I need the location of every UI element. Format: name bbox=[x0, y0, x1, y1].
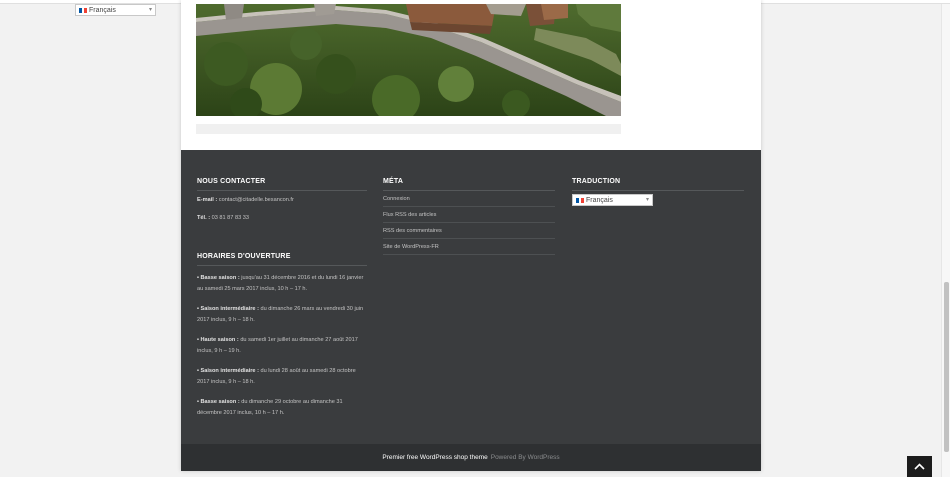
hours-entry: • Saison intermédiaire : du dimanche 26 … bbox=[197, 304, 367, 326]
phone-label: Tél. : bbox=[197, 215, 211, 221]
site-footer: NOUS CONTACTER E-mail : contact@citadell… bbox=[181, 150, 761, 444]
contact-title: NOUS CONTACTER bbox=[197, 178, 367, 191]
translation-widget: TRADUCTION Français ▾ bbox=[572, 178, 744, 206]
hours-entry-label: • Basse saison : bbox=[197, 275, 240, 281]
hours-entry-label: • Saison intermédiaire : bbox=[197, 306, 259, 312]
meta-link-rss-comments[interactable]: RSS des commentaires bbox=[383, 223, 555, 239]
hours-entry: • Saison intermédiaire : du lundi 28 aoû… bbox=[197, 366, 367, 388]
hours-entry-label: • Saison intermédiaire : bbox=[197, 368, 259, 374]
language-select-top[interactable]: Français ▾ bbox=[75, 4, 156, 16]
photo-caption-bar bbox=[196, 124, 621, 134]
hours-entry: • Basse saison : jusqu'au 31 décembre 20… bbox=[197, 273, 367, 295]
contact-phone-line: Tél. : 03 81 87 83 33 bbox=[197, 213, 367, 224]
hours-entry: • Haute saison : du samedi 1er juillet a… bbox=[197, 335, 367, 357]
contact-email-line: E-mail : contact@citadelle.besancon.fr bbox=[197, 195, 367, 206]
chevron-up-icon bbox=[914, 463, 925, 470]
footer-credits-bar: Premier free WordPress shop theme Powere… bbox=[181, 444, 761, 471]
citadel-aerial-photo bbox=[196, 4, 621, 116]
meta-link-wordpress-fr[interactable]: Site de WordPress-FR bbox=[383, 239, 555, 255]
caret-down-icon: ▾ bbox=[645, 197, 649, 203]
email-link[interactable]: contact@citadelle.besancon.fr bbox=[219, 197, 294, 203]
france-flag-icon bbox=[79, 7, 88, 13]
translation-title: TRADUCTION bbox=[572, 178, 744, 191]
back-to-top-button[interactable] bbox=[907, 456, 932, 477]
meta-title: MÉTA bbox=[383, 178, 555, 191]
phone-value: 03 81 87 83 33 bbox=[211, 215, 249, 221]
email-label: E-mail : bbox=[197, 197, 218, 203]
hours-entry: • Basse saison : du dimanche 29 octobre … bbox=[197, 397, 367, 419]
hours-widget: HORAIRES D'OUVERTURE • Basse saison : ju… bbox=[197, 253, 367, 419]
hours-title: HORAIRES D'OUVERTURE bbox=[197, 253, 367, 266]
hours-entry-label: • Basse saison : bbox=[197, 399, 240, 405]
meta-link-login[interactable]: Connexion bbox=[383, 191, 555, 207]
vertical-scrollbar[interactable] bbox=[941, 4, 950, 477]
caret-down-icon: ▾ bbox=[148, 7, 152, 13]
contact-widget: NOUS CONTACTER E-mail : contact@citadell… bbox=[197, 178, 367, 224]
powered-by-link[interactable]: Powered By WordPress bbox=[491, 454, 560, 461]
hours-entry-label: • Haute saison : bbox=[197, 337, 239, 343]
meta-link-rss-articles[interactable]: Flux RSS des articles bbox=[383, 207, 555, 223]
page-container: NOUS CONTACTER E-mail : contact@citadell… bbox=[181, 0, 761, 471]
language-select-value: Français bbox=[89, 6, 116, 14]
meta-widget: MÉTA Connexion Flux RSS des articles RSS… bbox=[383, 178, 555, 255]
france-flag-icon bbox=[576, 197, 585, 203]
scrollbar-thumb[interactable] bbox=[944, 282, 949, 452]
theme-credit-link[interactable]: Premier free WordPress shop theme bbox=[382, 454, 487, 461]
language-select-value: Français bbox=[586, 196, 613, 204]
language-select-footer[interactable]: Français ▾ bbox=[572, 194, 653, 206]
